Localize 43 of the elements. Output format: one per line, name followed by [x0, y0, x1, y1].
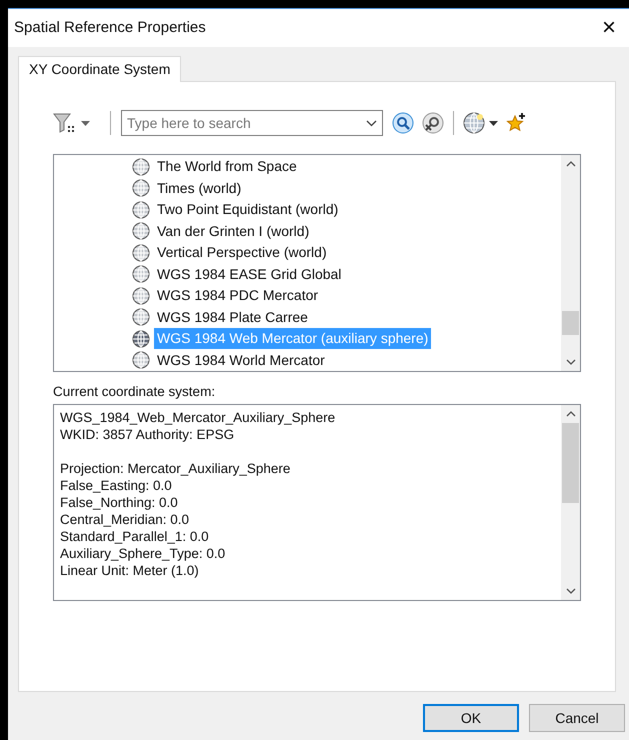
scrollbar[interactable]: [561, 405, 580, 600]
globe-icon: [132, 308, 150, 326]
window-title: Spatial Reference Properties: [14, 18, 206, 38]
scroll-down-icon[interactable]: [566, 588, 576, 594]
globe-icon: [132, 330, 150, 348]
globe-icon: [132, 286, 150, 305]
list-item[interactable]: WGS 1984 PDC Mercator: [154, 285, 322, 306]
list-item[interactable]: Van der Grinten I (world): [154, 220, 312, 242]
scroll-thumb[interactable]: [562, 311, 579, 335]
globe-icon[interactable]: [463, 112, 485, 134]
globe-icon: [132, 222, 150, 240]
current-system-label: Current coordinate system:: [53, 383, 216, 401]
caret-icon[interactable]: [81, 120, 90, 126]
tab[interactable]: XY Coordinate System: [18, 56, 182, 82]
list-item[interactable]: WGS 1984 Plate Carree: [154, 306, 311, 328]
search-field[interactable]: Type here to search: [121, 110, 383, 136]
scroll-thumb[interactable]: [562, 423, 579, 504]
filter-icon[interactable]: [53, 112, 77, 134]
list-item[interactable]: Two Point Equidistant (world): [154, 199, 342, 220]
ok-button[interactable]: OK: [423, 704, 519, 732]
globe-icon: [132, 179, 150, 198]
globe-icon: [132, 244, 150, 262]
search-icon[interactable]: [392, 112, 414, 134]
list-item[interactable]: WGS 1984 EASE Grid Global: [154, 264, 344, 285]
coordinate-system-details: WGS_1984_Web_Mercator_Auxiliary_Sphere WKID: 3857 Authority: EPSG Projection: Mercator_Auxiliary_Sphere False_Easting: 0.0 False_Northing: 0.0 Central_Meridian: 0.0 Standard_Parallel_1: 0.0 Auxiliary_Sphere_Type: 0.0 Linear Unit: Meter (1.0): [59, 409, 336, 580]
globe-icon: [132, 200, 150, 219]
clear-search-icon[interactable]: [422, 112, 444, 134]
list-item[interactable]: Vertical Perspective (world): [154, 242, 330, 264]
globe-icon: [132, 265, 150, 284]
close-button[interactable]: ×: [595, 14, 623, 42]
list-item[interactable]: WGS 1984 World Mercator: [154, 350, 328, 371]
globe-icon: [132, 351, 150, 370]
scroll-down-icon[interactable]: [566, 359, 576, 365]
scroll-up-icon[interactable]: [566, 161, 576, 167]
scrollbar[interactable]: [561, 155, 580, 371]
caret-icon[interactable]: [489, 120, 498, 126]
list-item[interactable]: The World from Space: [154, 156, 300, 178]
cancel-button[interactable]: Cancel: [529, 704, 625, 732]
scroll-up-icon[interactable]: [566, 411, 576, 418]
dropdown-icon[interactable]: [366, 120, 377, 127]
globe-icon: [132, 158, 150, 176]
list-item[interactable]: Times (world): [154, 178, 244, 199]
star-icon[interactable]: [505, 112, 527, 134]
